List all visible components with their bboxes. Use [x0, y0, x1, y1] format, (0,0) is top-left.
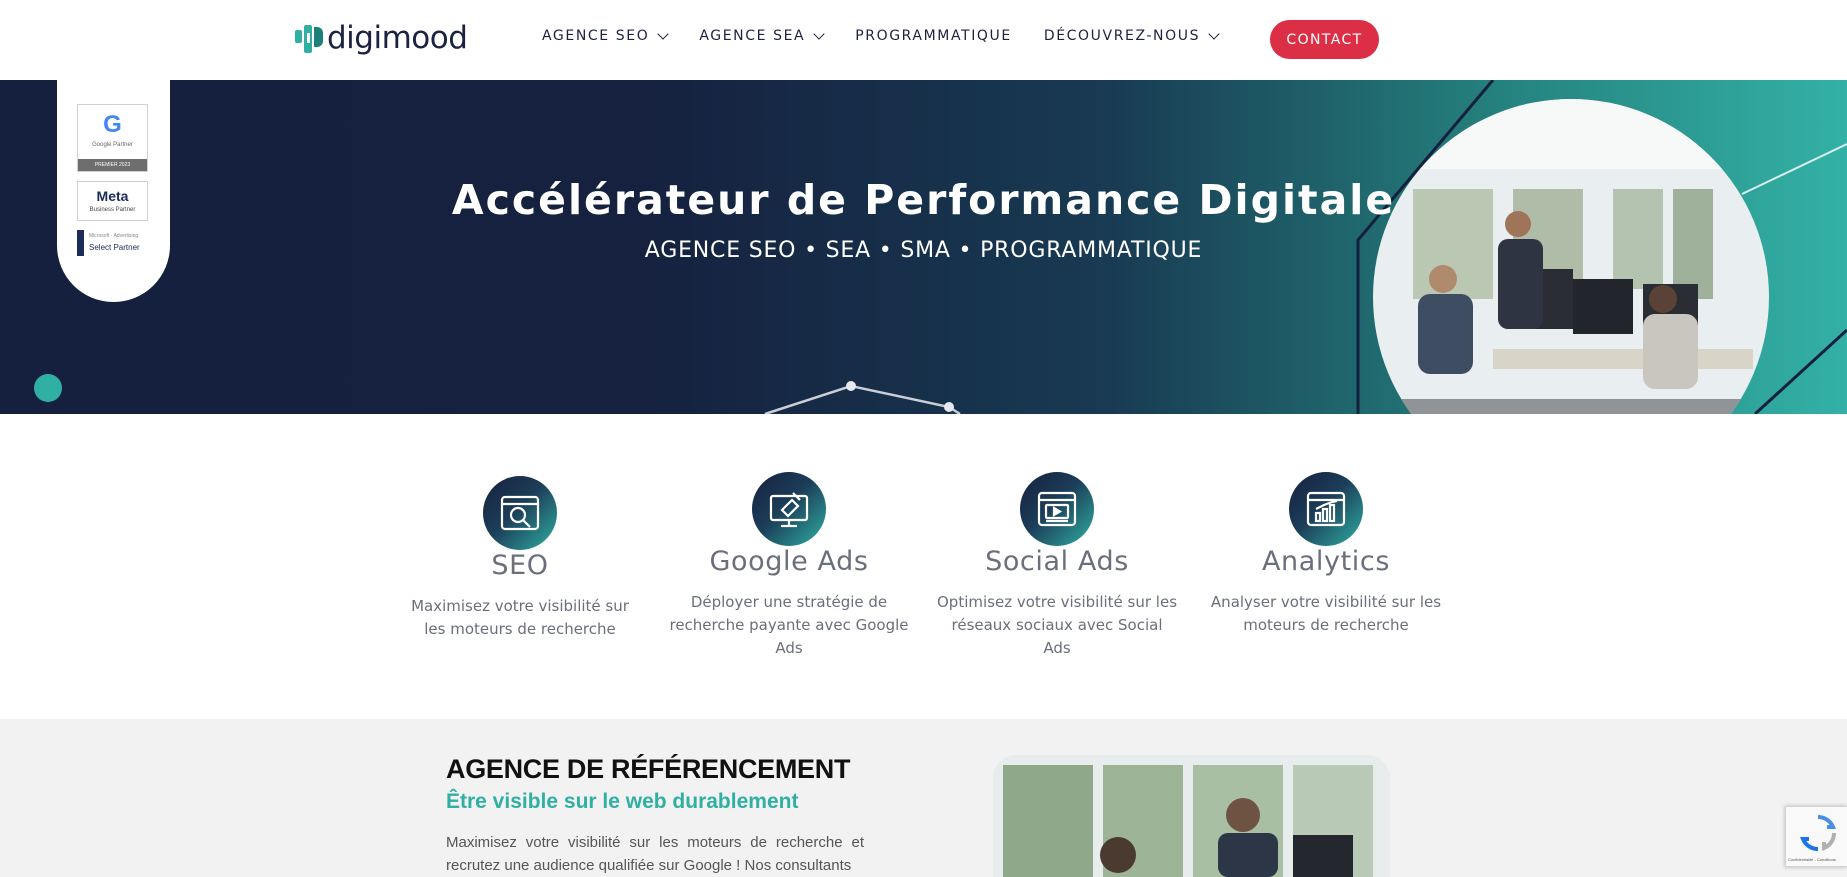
decorative-dot [34, 374, 62, 402]
service-title[interactable]: Analytics [1206, 546, 1446, 577]
service-description: Déployer une stratégie de recherche paya… [669, 593, 909, 657]
badge-bar: PREMIER 2023 [78, 159, 147, 171]
service-social-ads: Social Ads Optimisez votre visibilité su… [937, 472, 1177, 660]
team-photo [993, 755, 1390, 877]
contact-button[interactable]: CONTACT [1270, 20, 1379, 59]
referencement-section: AGENCE DE RÉFÉRENCEMENT Être visible sur… [0, 719, 1847, 877]
badge-label: Google Partner [92, 142, 133, 148]
chevron-down-icon [1208, 27, 1220, 40]
recaptcha-label: Confidentialité - Conditions [1788, 857, 1836, 862]
chevron-down-icon [813, 27, 825, 40]
section-subheading: Être visible sur le web durablement [446, 790, 799, 813]
service-title[interactable]: Google Ads [669, 546, 909, 577]
service-description: Optimisez votre visibilité sur les résea… [937, 593, 1178, 657]
section-heading: AGENCE DE RÉFÉRENCEMENT [446, 754, 851, 784]
section-paragraph: Maximisez votre visibilité sur les moteu… [446, 834, 864, 874]
recaptcha-icon [1800, 814, 1837, 852]
chevron-down-icon [657, 27, 669, 40]
logo-mark-icon [295, 25, 323, 53]
search-window-icon[interactable] [483, 476, 557, 550]
service-analytics: Analytics Analyser votre visibilité sur … [1206, 472, 1446, 637]
main-nav: AGENCE SEO AGENCE SEA PROGRAMMATIQUE DÉC… [542, 27, 1250, 44]
recaptcha-badge[interactable]: Confidentialité - Conditions [1785, 806, 1847, 867]
nav-label: PROGRAMMATIQUE [855, 28, 1012, 44]
nav-label: AGENCE SEA [699, 28, 806, 44]
site-header: digimood AGENCE SEO AGENCE SEA PROGRAMMA… [0, 0, 1847, 80]
bar-chart-window-icon[interactable] [1289, 472, 1363, 546]
services-section: SEO Maximisez votre visibilité sur les m… [0, 414, 1847, 719]
nav-agence-seo[interactable]: AGENCE SEO [542, 27, 669, 44]
service-title[interactable]: SEO [400, 550, 640, 581]
nav-decouvrez-nous[interactable]: DÉCOUVREZ-NOUS [1043, 27, 1220, 44]
service-seo: SEO Maximisez votre visibilité sur les m… [400, 476, 640, 641]
service-google-ads: Google Ads Déployer une stratégie de rec… [669, 472, 909, 660]
service-title[interactable]: Social Ads [937, 546, 1177, 577]
logo[interactable]: digimood [295, 20, 468, 56]
service-description: Maximisez votre visibilité sur les moteu… [411, 597, 629, 638]
service-description: Analyser votre visibilité sur les moteur… [1210, 593, 1442, 634]
monitor-megaphone-icon[interactable] [752, 472, 826, 546]
google-partner-badge[interactable]: G Google Partner PREMIER 2023 [77, 104, 148, 172]
google-g-icon: G [103, 111, 122, 138]
video-player-icon[interactable] [1020, 472, 1094, 546]
logo-text: digimood [327, 20, 468, 56]
hero-banner: G Google Partner PREMIER 2023 Meta Busin… [0, 80, 1847, 414]
nav-label: AGENCE SEO [542, 28, 650, 44]
nav-programmatique[interactable]: PROGRAMMATIQUE [855, 28, 1012, 44]
nav-agence-sea[interactable]: AGENCE SEA [699, 27, 825, 44]
nav-label: DÉCOUVREZ-NOUS [1043, 28, 1201, 44]
